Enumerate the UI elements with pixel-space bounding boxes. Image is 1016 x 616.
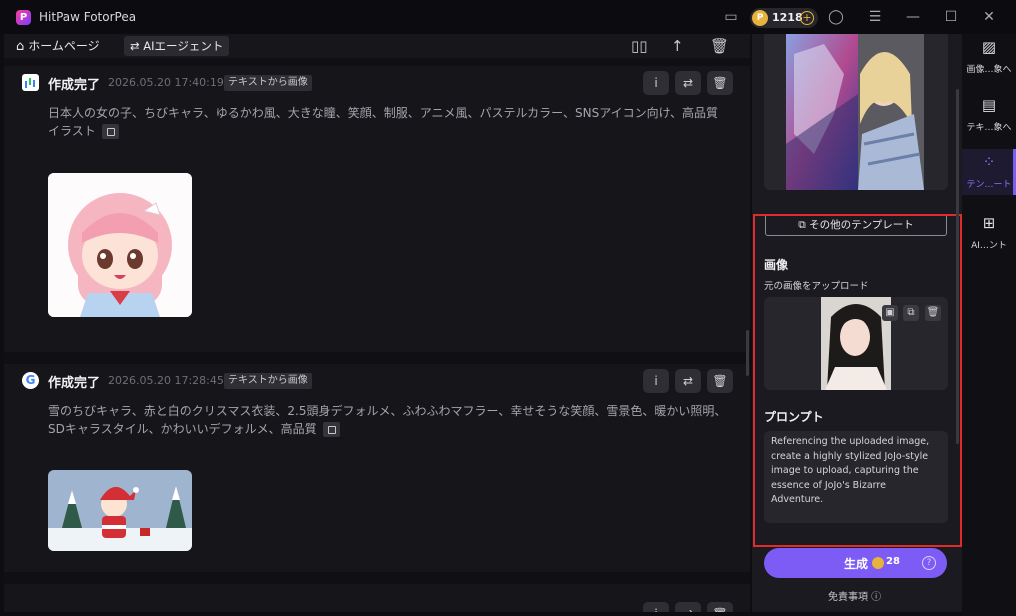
coin-icon: P (752, 10, 768, 26)
card-title: 作成完了 (48, 376, 101, 391)
sidebar-item-text-to-image[interactable]: ▤ テキ…象へ (962, 92, 1016, 138)
feedback-icon[interactable]: ▭ (722, 8, 740, 26)
model-icon (22, 74, 39, 91)
generate-label: 生成 (844, 557, 869, 571)
card-tag: テキストから画像 (224, 75, 312, 91)
text-image-icon: ▤ (981, 96, 997, 114)
card-timestamp: 2026.05.20 17:40:19 (108, 76, 224, 89)
home-label: ホームページ (28, 39, 100, 53)
generate-button[interactable]: 生成 28 ? (764, 548, 947, 578)
copy-icon[interactable] (322, 422, 340, 437)
card-prompt-text: 日本人の女の子、ちびキャラ、ゆるかわ風、大きな瞳、笑顔、制服、アニメ風、パステル… (48, 106, 719, 138)
app-title: HitPaw FotorPea (39, 10, 137, 24)
info-icon[interactable]: i (643, 369, 669, 393)
coin-balance[interactable]: P 1218 + (750, 8, 818, 28)
history-panel: ⌂ ホームページ ⇄ AIエージェント ▯▯ ↑ 🗑 作成完了 2026.05.2… (4, 34, 750, 612)
home-icon: ⌂ (16, 39, 25, 54)
crop-icon[interactable]: ⧉ (903, 305, 919, 321)
delete-icon[interactable]: 🗑 (707, 369, 733, 393)
history-card: 作成完了 2026.05.20 17:40:19 テキストから画像 i ⇄ 🗑 … (4, 66, 750, 352)
prompt-textarea[interactable]: Referencing the uploaded image, create a… (764, 431, 948, 523)
home-button[interactable]: ⌂ ホームページ (16, 37, 100, 54)
image-section-subtitle: 元の画像をアップロード (764, 281, 869, 292)
regenerate-icon[interactable]: ⇄ (675, 369, 701, 393)
result-image[interactable] (48, 470, 192, 551)
info-icon[interactable]: i (643, 602, 669, 612)
uploaded-photo (821, 297, 891, 390)
history-scrollbar[interactable] (746, 330, 749, 376)
sidebar-item-label: AI…ント (971, 241, 1007, 251)
menu-icon[interactable]: ☰ (866, 8, 884, 26)
help-icon[interactable]: ? (922, 556, 936, 570)
history-card: G 作成完了 2026.05.20 17:28:45 テキストから画像 i ⇄ … (4, 364, 750, 572)
panel-scrollbar[interactable] (956, 89, 959, 444)
minimize-icon[interactable]: — (904, 8, 922, 26)
app-logo: P (16, 10, 31, 25)
card-prompt-text: 雪のちびキャラ、赤と白のクリスマス衣装、2.5頭身デフォルメ、ふわふわマフラー、… (48, 404, 727, 436)
close-icon[interactable]: ✕ (980, 8, 998, 26)
account-icon[interactable]: ◯ (827, 8, 845, 26)
maximize-icon[interactable]: ☐ (942, 8, 960, 26)
top-nav: ⌂ ホームページ ⇄ AIエージェント ▯▯ ↑ 🗑 (4, 34, 750, 58)
template-preview[interactable] (764, 34, 948, 190)
replace-image-icon[interactable]: ▣ (882, 305, 898, 321)
prompt-section-title: プロンプト (764, 410, 824, 424)
upload-area[interactable]: ▣ ⧉ 🗑 (764, 297, 948, 390)
disclaimer-link[interactable]: 免責事項 ⓘ (828, 588, 881, 603)
sidebar-item-ai-agent[interactable]: ⊞ AI…ント (962, 210, 1016, 256)
result-image[interactable] (48, 173, 192, 317)
info-icon[interactable]: i (643, 71, 669, 95)
template-panel: ⧉ その他のテンプレート 画像 元の画像をアップロード ▣ ⧉ 🗑 プロンプト … (752, 34, 962, 612)
image-plus-icon: ▨ (981, 38, 997, 56)
template-preview-image (764, 34, 948, 190)
sidebar-item-image-to-image[interactable]: ▨ 画像…象へ (962, 34, 1016, 80)
copy-icon[interactable] (101, 124, 119, 139)
generate-cost: 28 (886, 556, 900, 567)
sidebar-item-label: 画像…象へ (966, 65, 1012, 75)
card-prompt: 日本人の女の子、ちびキャラ、ゆるかわ風、大きな瞳、笑顔、制服、アニメ風、パステル… (48, 104, 728, 140)
history-card: i ⇄ 🗑 (4, 584, 750, 612)
card-tag: テキストから画像 (224, 373, 312, 389)
book-icon[interactable]: ▯▯ (631, 37, 648, 55)
delete-icon[interactable]: 🗑 (707, 71, 733, 95)
ai-agent-label: AIエージェント (143, 39, 224, 53)
card-title: 作成完了 (48, 78, 101, 93)
scroll-top-icon[interactable]: ↑ (671, 37, 684, 55)
delete-icon[interactable]: 🗑 (707, 602, 733, 612)
ai-agent-button[interactable]: ⇄ AIエージェント (124, 36, 230, 56)
title-bar: P HitPaw FotorPea ▭ P 1218 + ◯ ☰ — ☐ ✕ (0, 0, 1016, 34)
delete-all-icon[interactable]: 🗑 (710, 37, 729, 55)
coin-count: 1218 (772, 11, 803, 24)
card-prompt: 雪のちびキャラ、赤と白のクリスマス衣装、2.5頭身デフォルメ、ふわふわマフラー、… (48, 402, 728, 438)
add-coins-icon[interactable]: + (800, 11, 814, 25)
ai-agent-icon: ⊞ (982, 214, 996, 232)
chibi-girl-illustration (48, 173, 192, 317)
delete-image-icon[interactable]: 🗑 (925, 305, 941, 321)
chibi-santa-illustration (48, 470, 192, 551)
coin-icon (872, 557, 884, 569)
regenerate-icon[interactable]: ⇄ (675, 602, 701, 612)
google-icon: G (22, 372, 39, 389)
image-section-title: 画像 (764, 258, 789, 272)
card-timestamp: 2026.05.20 17:28:45 (108, 374, 224, 387)
tool-sidebar: ▨ 画像…象へ ▤ テキ…象へ ⁘ テン…ート ⊞ AI…ント (962, 34, 1016, 616)
template-grid-icon: ⁘ (982, 153, 996, 171)
sidebar-item-label: テン…ート (966, 180, 1012, 190)
sidebar-item-label: テキ…象へ (966, 123, 1012, 133)
regenerate-icon[interactable]: ⇄ (675, 71, 701, 95)
sidebar-item-templates[interactable]: ⁘ テン…ート (962, 149, 1016, 195)
